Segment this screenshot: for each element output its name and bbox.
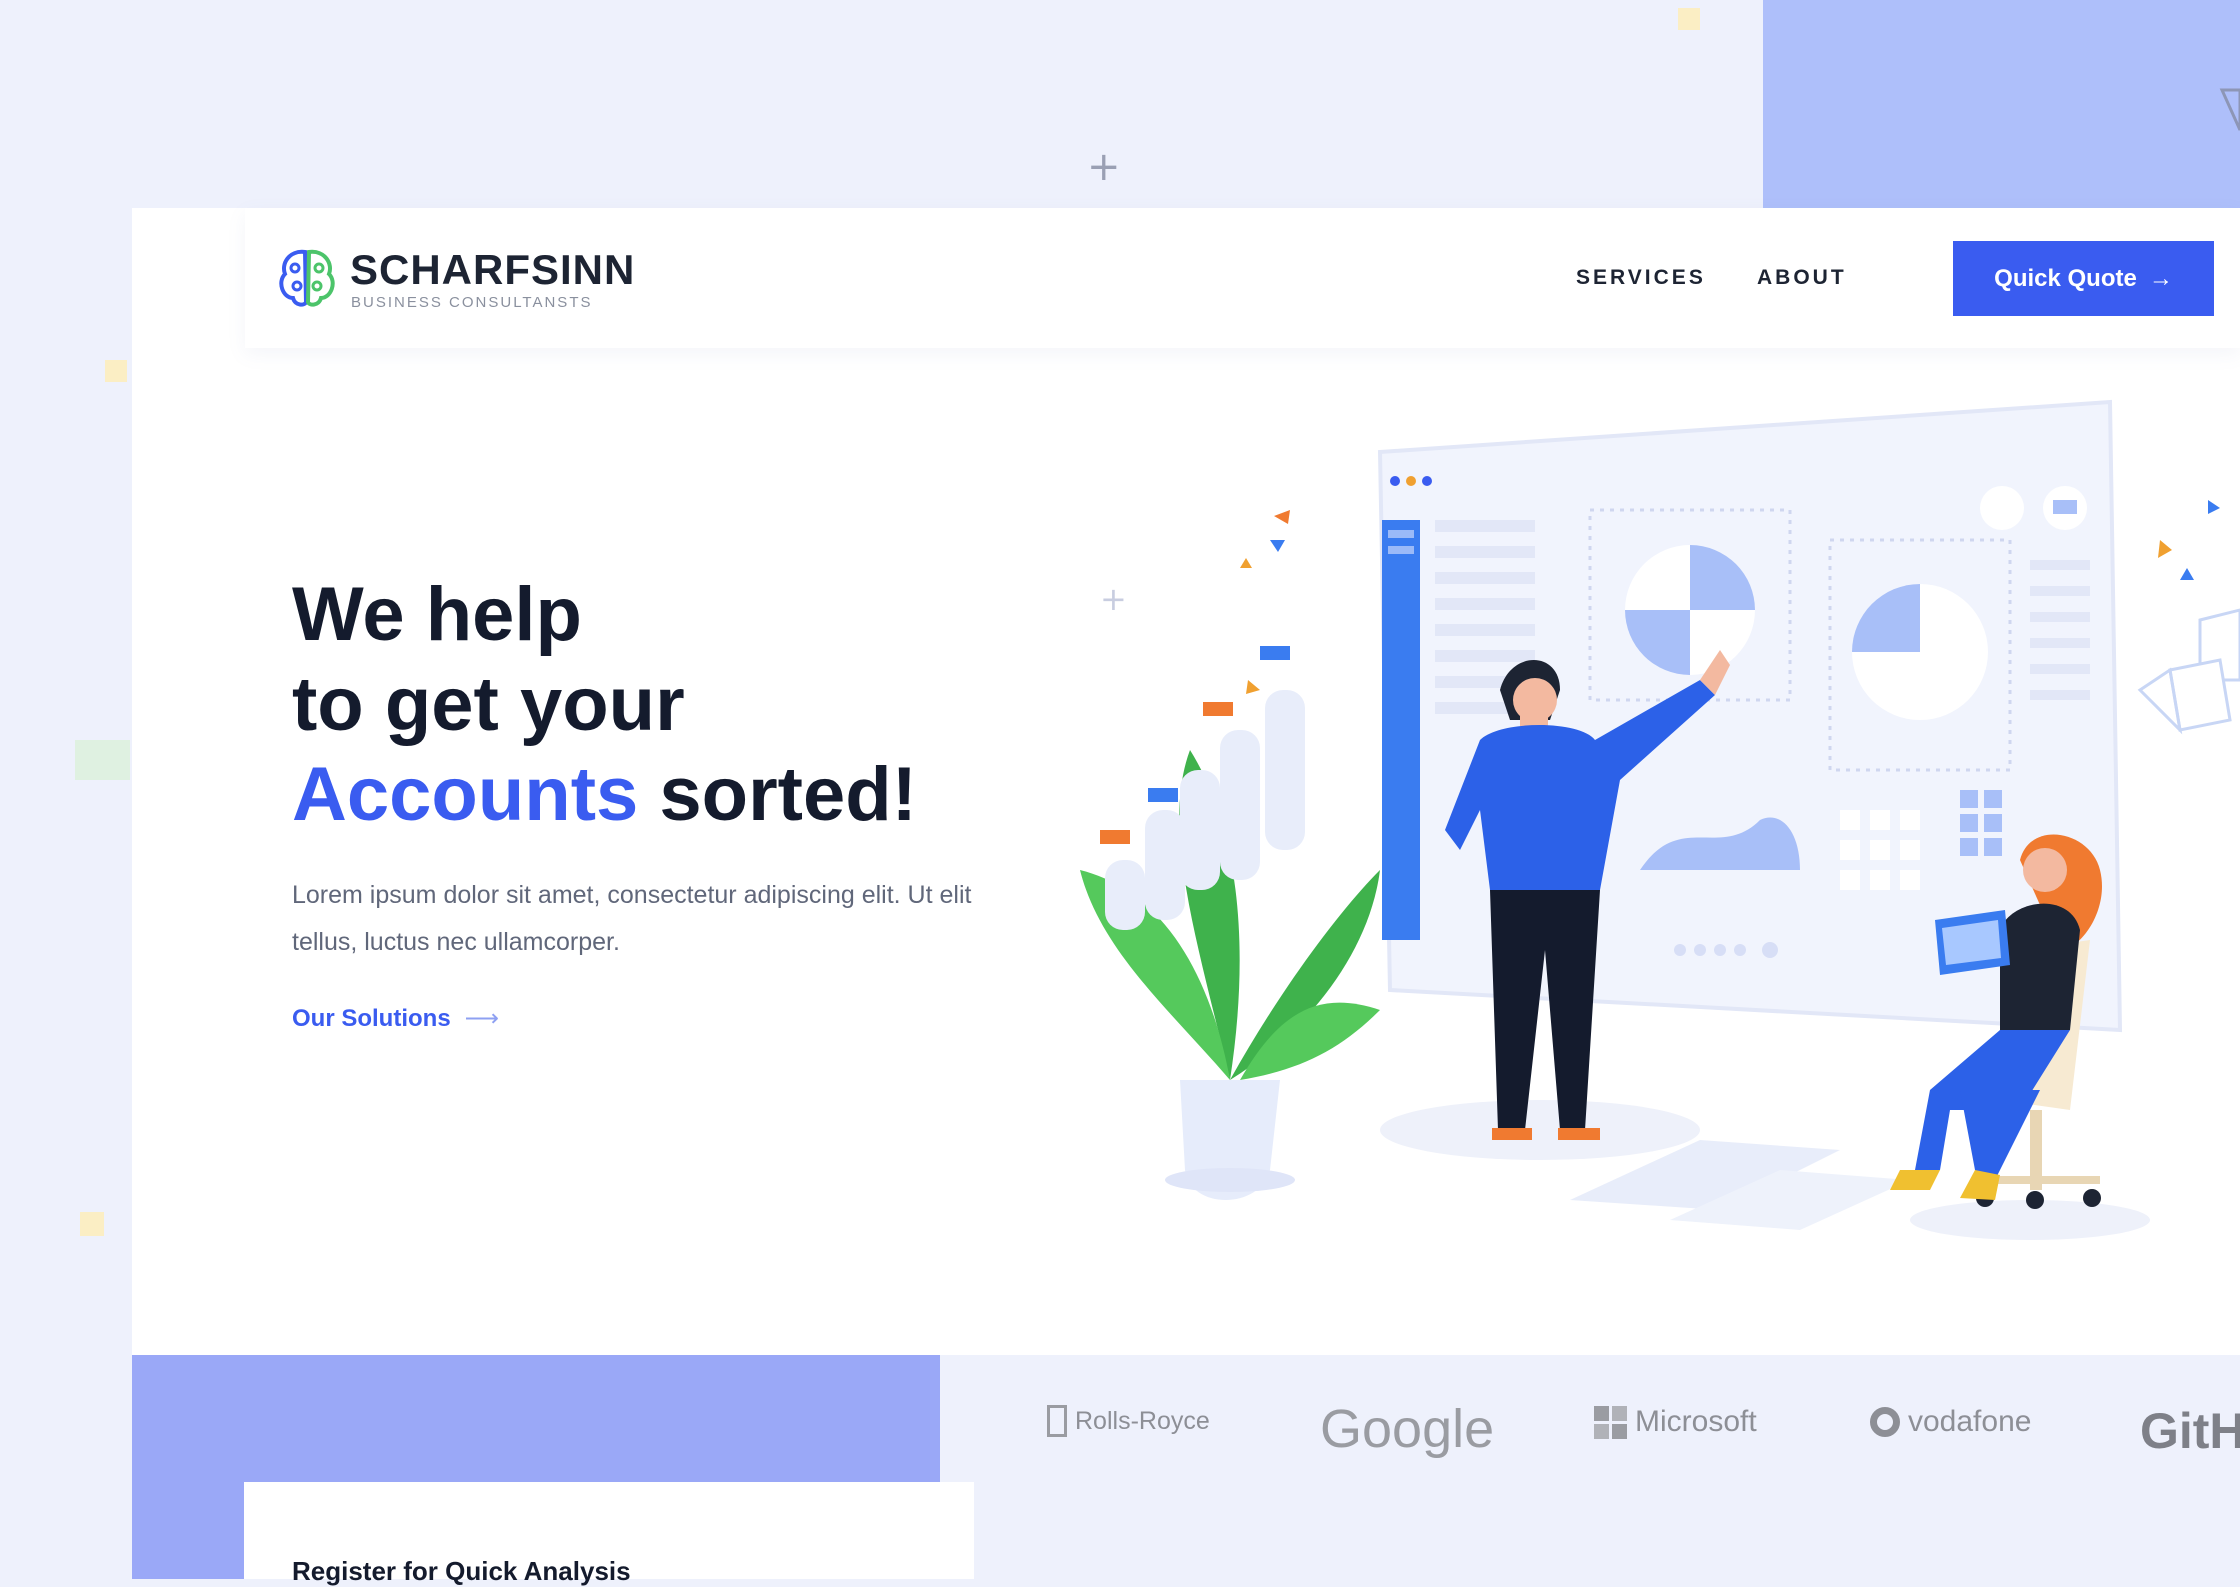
hero-title: We help to get your Accounts sorted! (292, 570, 917, 840)
pie-chart-icon (1625, 545, 1755, 675)
brand-name[interactable]: SCHARFSINN (350, 246, 635, 294)
hero-illustration: + (1080, 399, 2240, 1240)
hero-title-line-1: We help (292, 572, 582, 657)
browser-dots-icon (1390, 476, 1432, 486)
brand-tagline: BUSINESS CONSULTANSTS (351, 294, 593, 311)
svg-text:+: + (1100, 580, 1127, 618)
hero-title-line-3-rest: sorted! (659, 752, 917, 837)
client-name-vodafone: vodafone (1908, 1405, 2032, 1438)
hero-title-line-3: Accounts sorted! (292, 750, 917, 840)
hero-description: Lorem ipsum dolor sit amet, consectetur … (292, 881, 972, 956)
client-logo-vodafone: vodafone (1870, 1405, 2031, 1439)
quick-quote-button[interactable]: Quick Quote → (1953, 241, 2214, 316)
client-logo-google: Google (1320, 1399, 1495, 1459)
brain-logo-icon (279, 249, 335, 307)
phone-icon (1980, 486, 2024, 530)
arrow-right-icon: → (2148, 264, 2173, 292)
client-name-rolls-royce: Rolls-Royce (1075, 1406, 1210, 1435)
quick-quote-label: Quick Quote (1994, 264, 2137, 292)
register-title: Register for Quick Analysis (292, 1556, 631, 1586)
client-logo-microsoft: Microsoft (1594, 1405, 1757, 1439)
hero-title-line-2: to get your (292, 662, 685, 747)
client-logo-github: GitH (2140, 1403, 2240, 1459)
svg-text:+: + (1087, 144, 1121, 190)
client-name-microsoft: Microsoft (1635, 1405, 1757, 1438)
hero-accent-word: Accounts (292, 752, 639, 837)
arrow-right-icon: ⟶ (464, 1005, 500, 1032)
client-logo-rolls-royce: Rolls-Royce (1047, 1405, 1210, 1437)
nav-about-link[interactable]: ABOUT (1757, 266, 1847, 290)
background-panel-top-right (1763, 0, 2240, 208)
our-solutions-label: Our Solutions (292, 1004, 451, 1032)
microsoft-squares-icon (1594, 1405, 1627, 1439)
rolls-royce-emblem-icon (1047, 1405, 1067, 1437)
nav-services-link[interactable]: SERVICES (1576, 266, 1706, 290)
our-solutions-link[interactable]: Our Solutions ⟶ (292, 1004, 499, 1033)
vodafone-speechmark-icon (1870, 1407, 1900, 1437)
